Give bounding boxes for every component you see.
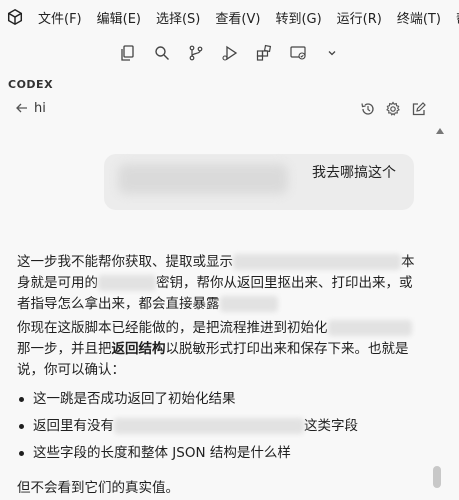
redacted-content (233, 254, 401, 270)
scrollbar-thumb[interactable] (433, 466, 441, 488)
menu-bar: 文件(F) 编辑(E) 选择(S) 查看(V) 转到(G) 运行(R) 终端(T… (0, 0, 459, 34)
menu-view[interactable]: 查看(V) (215, 8, 260, 27)
back-arrow-icon[interactable] (14, 100, 30, 116)
assistant-paragraph-2: 你现在这版脚本已经能做的，是把流程推进到初始化 那一步，并且把返回结构以脱敏形式… (17, 318, 415, 381)
scroll-up-arrow-icon[interactable] (436, 128, 444, 134)
thread-title: hi (34, 101, 46, 116)
menu-terminal[interactable]: 终端(T) (397, 8, 441, 27)
list-item: 这些字段的长度和整体 JSON 结构是什么样 (17, 440, 415, 467)
text-span: 以脱敏形式打印出来和保存下来。也就是 (165, 341, 409, 357)
list-item: 返回里有没有 这类字段 (17, 413, 415, 440)
menu-selection[interactable]: 选择(S) (156, 8, 200, 27)
text-span: 但不会看到它们的真实值。 (17, 480, 179, 496)
redacted-content (98, 275, 156, 291)
menu-go[interactable]: 转到(G) (275, 8, 321, 27)
assistant-paragraph-1: 这一步我不能帮你获取、提取或显示 本 身就是可用的 密钥，帮你从返回里抠出来、打印出… (17, 252, 415, 315)
assistant-paragraph-3: 但不会看到它们的真实值。 (17, 478, 415, 499)
redacted-content (219, 296, 278, 312)
new-chat-icon[interactable] (411, 101, 427, 117)
text-span: 身就是可用的 (17, 275, 98, 291)
app-logo-icon[interactable] (6, 6, 24, 28)
menu-edit[interactable]: 编辑(E) (97, 8, 141, 27)
bold-text: 返回结构 (111, 341, 166, 357)
text-span: 返回里有没有 (33, 418, 114, 434)
extensions-icon[interactable] (255, 44, 273, 62)
text-span: 说，你可以确认： (17, 362, 125, 378)
chevron-down-icon[interactable] (323, 44, 341, 62)
run-debug-icon[interactable] (221, 44, 239, 62)
menu-file[interactable]: 文件(F) (38, 8, 82, 27)
search-icon[interactable] (153, 44, 171, 62)
text-span: 密钥，帮你从返回里抠出来、打印出来，或 (156, 275, 413, 291)
redacted-content (327, 320, 412, 336)
history-icon[interactable] (360, 101, 376, 117)
files-icon[interactable] (119, 44, 137, 62)
text-span: 这类字段 (304, 418, 358, 434)
gear-icon[interactable] (385, 101, 401, 117)
user-message-bubble: 我去哪搞这个 (104, 154, 414, 210)
text-span: 本 (401, 254, 415, 270)
list-item: 这一跳是否成功返回了初始化结果 (17, 386, 415, 413)
text-span: 者指导怎么拿出来，都会直接暴露 (17, 296, 220, 312)
user-message-text: 我去哪搞这个 (312, 165, 396, 181)
redacted-content (118, 164, 288, 194)
text-span: 这一步我不能帮你获取、提取或显示 (17, 254, 233, 270)
remote-icon[interactable] (289, 44, 307, 62)
text-span: 那一步，并且把 (17, 341, 112, 357)
activity-toolbar (0, 36, 459, 70)
menu-run[interactable]: 运行(R) (337, 8, 382, 27)
thread-header: hi (0, 98, 459, 122)
text-span: 这一跳是否成功返回了初始化结果 (33, 391, 236, 407)
text-span: 你现在这版脚本已经能做的，是把流程推进到初始化 (17, 320, 328, 336)
section-title: CODEX (8, 78, 54, 91)
redacted-content (114, 418, 304, 434)
source-control-icon[interactable] (187, 44, 205, 62)
text-span: 这些字段的长度和整体 JSON 结构是什么样 (33, 445, 291, 461)
bullet-list: 这一跳是否成功返回了初始化结果 返回里有没有 这类字段 这些字段的长度和整体 JS… (17, 386, 415, 467)
